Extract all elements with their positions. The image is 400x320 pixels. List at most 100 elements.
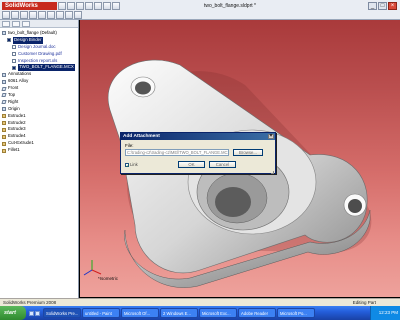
tree-item-label: Extrude3 (8, 126, 26, 132)
tree-item-label: Fillet1 (8, 147, 20, 153)
link-label: Link (130, 162, 138, 167)
tree-item[interactable]: Top (0, 92, 78, 99)
browse-button[interactable]: Browse... (233, 149, 263, 156)
taskbar-button[interactable]: Microsoft Po... (277, 308, 315, 318)
extrude-icon[interactable] (2, 11, 10, 19)
tree-item[interactable]: two_bolt_flange (Default) (0, 30, 78, 37)
taskbar-button[interactable]: untitled - Paint (82, 308, 120, 318)
tree-item[interactable]: Cut-Extrude1 (0, 140, 78, 147)
dialog-body: File: C:\trading-c2\trading-c2\MEl\TWO_B… (121, 140, 275, 175)
cancel-button[interactable]: Cancel (209, 161, 236, 168)
tree-item[interactable]: 6061 Alloy (0, 78, 78, 85)
tree-item-label: Design Journal.doc (18, 43, 56, 49)
taskbar-button[interactable]: SolidWorks Pre... (43, 308, 81, 318)
start-button[interactable]: start (0, 306, 26, 320)
plane-icon (1, 86, 7, 91)
tree-item[interactable]: Design Binder (0, 36, 78, 44)
link-option[interactable]: ✓ Link (125, 162, 138, 167)
status-bar: SolidWorks Premium 2008 Editing Part (0, 298, 400, 306)
new-icon[interactable] (58, 2, 66, 10)
tree-item[interactable]: Origin (0, 106, 78, 113)
window-controls: _ □ × (368, 2, 397, 10)
property-tab[interactable] (12, 21, 20, 27)
browser-icon[interactable] (35, 310, 40, 316)
add-attachment-dialog: Add Attachment × File: C:\trading-c2\tra… (120, 132, 276, 174)
part-icon (2, 31, 6, 36)
tree-item-label: Extrude4 (8, 133, 26, 139)
document-icon (12, 45, 16, 50)
tree-item[interactable]: Extrude4 (0, 133, 78, 140)
tree-item-label: Design Binder (13, 36, 43, 44)
taskbar-button[interactable]: 2 Windows E... (160, 308, 198, 318)
configuration-tab[interactable] (22, 21, 30, 27)
clock: 12:23 PM (378, 310, 398, 315)
dialog-title-bar[interactable]: Add Attachment × (121, 133, 275, 140)
tree-item-label: Front (8, 85, 19, 91)
plane-icon (1, 93, 7, 98)
tree-item[interactable]: Front (0, 85, 78, 92)
undo-icon[interactable] (94, 2, 102, 10)
taskbar-button[interactable]: Adobe Reader (238, 308, 276, 318)
feature-tree-tab[interactable] (2, 21, 10, 27)
plane-icon (1, 100, 7, 105)
standard-toolbar (58, 2, 120, 11)
document-icon (12, 65, 16, 70)
revolve-icon[interactable] (11, 11, 19, 19)
save-icon[interactable] (76, 2, 84, 10)
feature-manager-tabs (0, 20, 78, 28)
loft-icon[interactable] (29, 11, 37, 19)
ok-button[interactable]: OK (178, 161, 205, 168)
system-tray: 12:23 PM (370, 306, 400, 320)
status-left: SolidWorks Premium 2008 (3, 300, 57, 305)
close-button[interactable]: × (388, 2, 397, 10)
tree-item-label: 6061 Alloy (8, 78, 29, 84)
feature-tree: two_bolt_flange (Default) Design Binder De… (0, 28, 78, 154)
solidworks-logo: SolidWorks (2, 2, 57, 10)
link-checkbox[interactable]: ✓ (125, 162, 129, 167)
desktop-icon[interactable] (29, 310, 34, 316)
tree-item-label: Extrude1 (8, 112, 26, 118)
triad-icon (83, 260, 102, 276)
feature-icon (2, 134, 6, 139)
taskbar-button[interactable]: Microsoft Exc... (199, 308, 237, 318)
sweep-icon[interactable] (20, 11, 28, 19)
maximize-button[interactable]: □ (378, 2, 387, 10)
dialog-title: Add Attachment (123, 134, 160, 139)
cut-icon[interactable] (38, 11, 46, 19)
resize-grip-icon[interactable] (271, 171, 274, 174)
taskbar-button[interactable]: Microsoft Of... (121, 308, 159, 318)
feature-icon (2, 141, 6, 146)
tree-item[interactable]: Inspection report.xls (0, 58, 78, 65)
tree-item-label: two_bolt_flange (Default) (8, 30, 57, 35)
annotations-icon (2, 72, 6, 77)
status-right: Editing Part (352, 300, 376, 305)
tree-item[interactable]: TWO_BOLT_FLANGE.MCX (0, 64, 78, 72)
minimize-button[interactable]: _ (368, 2, 377, 10)
rebuild-icon[interactable] (103, 2, 111, 10)
print-icon[interactable] (85, 2, 93, 10)
tree-item[interactable]: Extrude2 (0, 120, 78, 127)
tree-item-label: Customer Drawing.pdf (18, 50, 62, 56)
tree-item-label: Origin (8, 105, 20, 111)
tree-item[interactable]: Design Journal.doc (0, 44, 78, 51)
hole-icon[interactable] (65, 11, 73, 19)
binder-icon (7, 38, 11, 43)
chamfer-icon[interactable] (56, 11, 64, 19)
dialog-close-button[interactable]: × (268, 134, 274, 139)
tree-item[interactable]: Annotations (0, 71, 78, 78)
window-title: two_bolt_flange.sldprt * (204, 3, 256, 9)
file-path-field[interactable]: C:\trading-c2\trading-c2\MEl\TWO_BOLT_FL… (125, 149, 229, 156)
feature-manager-panel: two_bolt_flange (Default) Design Binder De… (0, 20, 79, 298)
tree-item[interactable]: Right (0, 99, 78, 106)
tree-item[interactable]: Extrude3 (0, 126, 78, 133)
fillet-icon[interactable] (47, 11, 55, 19)
windows-taskbar: start SolidWorks Pre... untitled - Paint M… (0, 306, 400, 320)
tree-item-label: Extrude2 (8, 119, 26, 125)
command-manager (2, 11, 398, 19)
tree-item[interactable]: Extrude1 (0, 113, 78, 120)
open-icon[interactable] (67, 2, 75, 10)
tree-item[interactable]: Customer Drawing.pdf (0, 51, 78, 58)
sketch-icon[interactable] (74, 11, 82, 19)
options-icon[interactable] (112, 2, 120, 10)
tree-item[interactable]: Fillet1 (0, 147, 78, 154)
